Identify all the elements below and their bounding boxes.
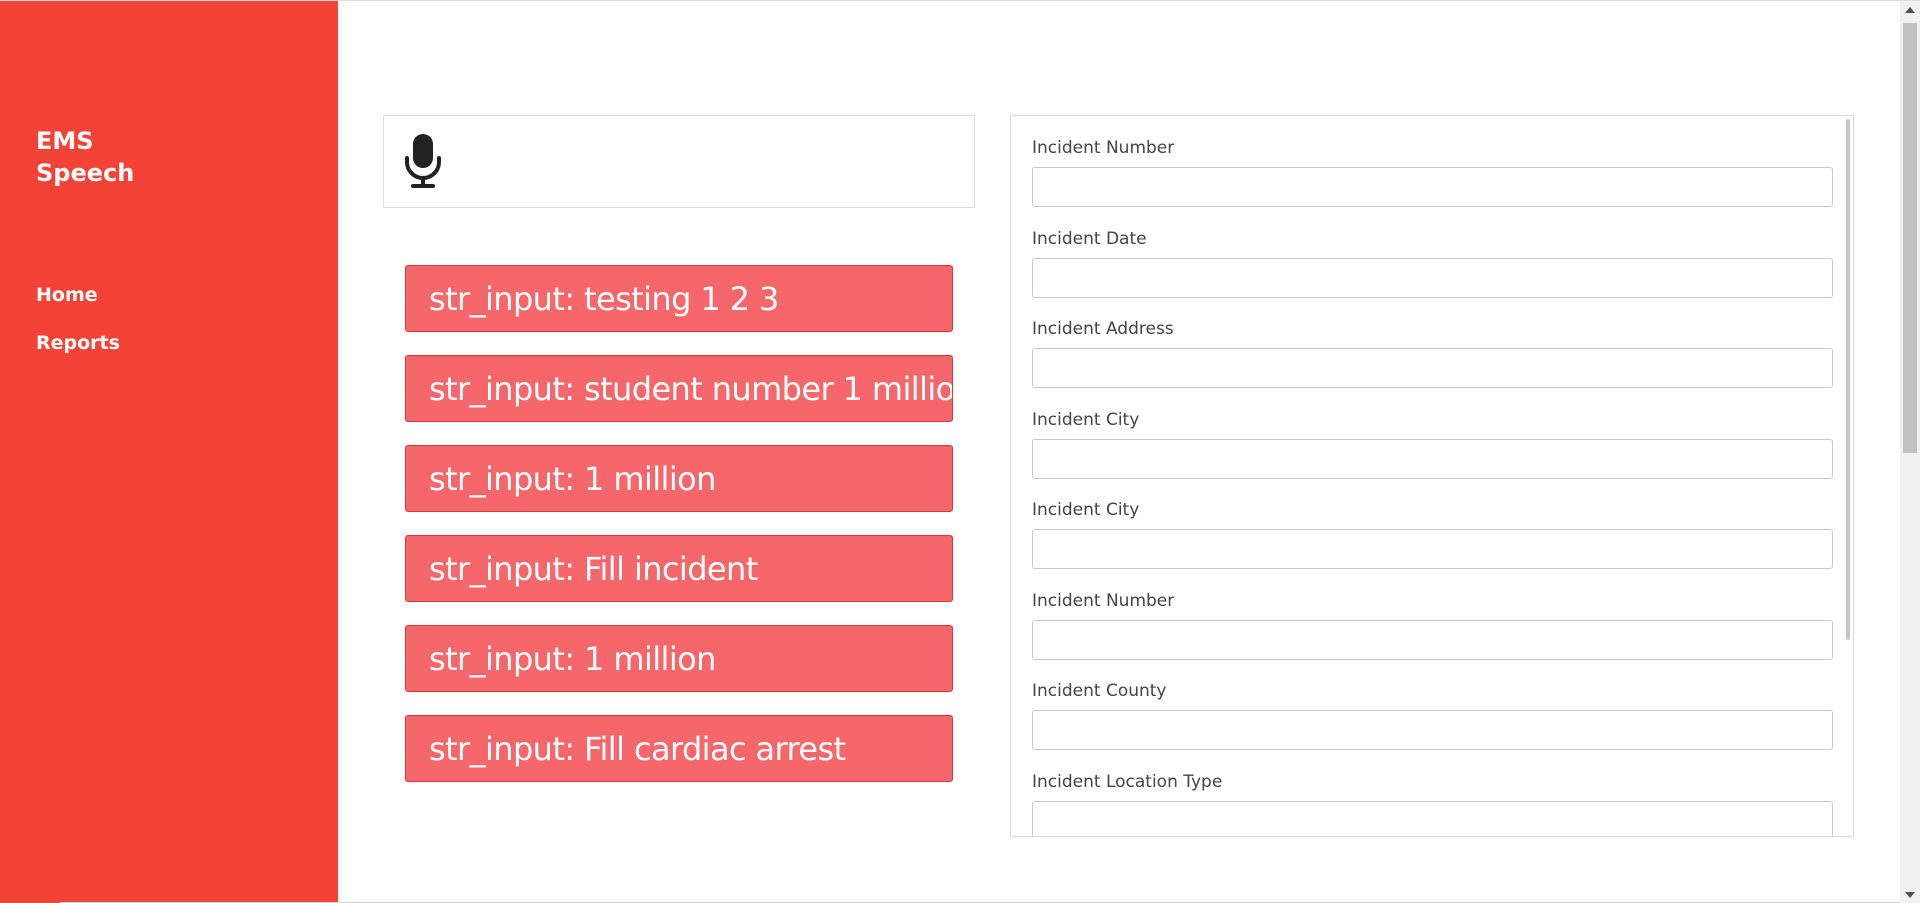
form-field: Incident Number <box>1032 591 1833 682</box>
incident-number-input[interactable] <box>1032 167 1833 207</box>
transcript-item: str_input: Fill cardiac arrest <box>405 715 953 782</box>
microphone-button[interactable] <box>402 134 448 190</box>
scroll-down-arrow-icon[interactable] <box>1905 892 1915 898</box>
incident-number-label: Incident Number <box>1032 590 1175 611</box>
incident-form: Incident Number Incident Date Incident A… <box>1032 138 1833 836</box>
transcript-item: str_input: student number 1 million <box>405 355 953 422</box>
incident-county-input[interactable] <box>1032 710 1833 750</box>
page-scrollbar[interactable] <box>1900 1 1920 903</box>
incident-address-label: Incident Address <box>1032 319 1174 339</box>
incident-city-input[interactable] <box>1032 529 1833 569</box>
form-field: Incident County <box>1032 681 1833 772</box>
incident-location-type-input[interactable] <box>1032 800 1833 836</box>
page: EMS Speech Home Reports str_input: testi… <box>0 0 1920 903</box>
scroll-up-arrow-icon[interactable] <box>1905 7 1915 13</box>
incident-number-input[interactable] <box>1032 619 1833 660</box>
incident-date-input[interactable] <box>1032 257 1833 298</box>
sidebar-nav: Home Reports <box>36 283 120 379</box>
form-field: Incident Date <box>1032 229 1833 320</box>
incident-location-type-label: Incident Location Type <box>1032 771 1223 792</box>
incident-address-input[interactable] <box>1032 348 1833 388</box>
form-field: Incident City <box>1032 500 1833 591</box>
transcript-item: str_input: 1 million <box>405 625 953 692</box>
form-field: Incident Location Type <box>1032 771 1833 836</box>
nav-item-home[interactable]: Home <box>36 283 120 307</box>
incident-number-label: Incident Number <box>1032 138 1175 158</box>
form-panel-scrollbar[interactable] <box>1846 119 1850 640</box>
page-scrollbar-thumb[interactable] <box>1903 23 1917 453</box>
transcript-item: str_input: testing 1 2 3 <box>405 265 953 332</box>
incident-city-label: Incident City <box>1032 409 1140 430</box>
transcript-list: str_input: testing 1 2 3 str_input: stud… <box>405 265 953 805</box>
microphone-card <box>383 115 975 208</box>
transcript-item: str_input: 1 million <box>405 445 953 512</box>
nav-item-reports[interactable]: Reports <box>36 331 120 355</box>
incident-county-label: Incident County <box>1032 681 1167 701</box>
form-field: Incident Number <box>1032 138 1833 229</box>
sidebar: EMS Speech Home Reports <box>0 1 338 903</box>
form-field: Incident Address <box>1032 319 1833 410</box>
incident-date-label: Incident Date <box>1032 228 1147 249</box>
form-field: Incident City <box>1032 410 1833 501</box>
incident-city-input[interactable] <box>1032 438 1833 479</box>
transcript-item: str_input: Fill incident <box>405 535 953 602</box>
incident-city-label: Incident City <box>1032 500 1140 520</box>
brand-title: EMS Speech <box>36 127 135 187</box>
incident-form-panel: Incident Number Incident Date Incident A… <box>1010 115 1854 837</box>
microphone-icon <box>405 134 441 188</box>
